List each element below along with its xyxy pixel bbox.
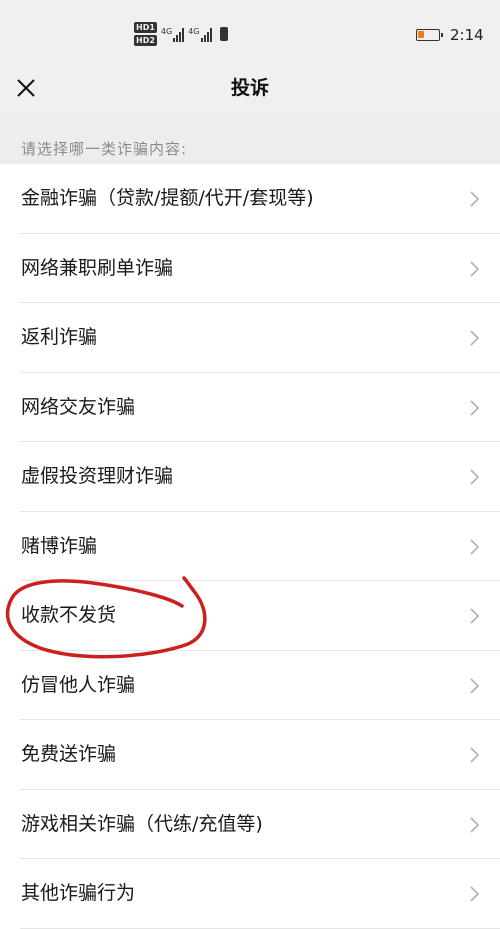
chevron-right-icon bbox=[470, 816, 480, 833]
battery-level bbox=[418, 31, 424, 38]
list-item-label: 网络交友诈骗 bbox=[21, 395, 136, 418]
hd-badge-1: HD1 bbox=[134, 22, 157, 33]
list-item[interactable]: 收款不发货 bbox=[0, 581, 500, 651]
list-item-label: 收款不发货 bbox=[21, 604, 117, 626]
list-item-label: 网络兼职刷单诈骗 bbox=[21, 256, 174, 279]
network-type-label: 4G bbox=[160, 26, 173, 36]
status-time: 2:14 bbox=[450, 26, 484, 44]
chevron-right-icon bbox=[470, 677, 480, 694]
list-item-label: 仿冒他人诈骗 bbox=[21, 673, 136, 696]
signal-1: 4G bbox=[160, 26, 185, 42]
list-item-label: 游戏相关诈骗（代练/充值等) bbox=[21, 812, 263, 835]
signal-bars-icon bbox=[200, 27, 212, 42]
hd-badge-2: HD2 bbox=[134, 35, 157, 46]
status-bar: HD1 HD2 4G 4G 2:14 bbox=[0, 0, 500, 62]
list-item-label: 免费送诈骗 bbox=[21, 743, 117, 765]
list-item[interactable]: 其他诈骗行为 bbox=[0, 859, 500, 929]
list-item[interactable]: 赌博诈骗 bbox=[0, 511, 500, 581]
page-title: 投诉 bbox=[230, 77, 269, 99]
chevron-right-icon bbox=[470, 608, 480, 624]
list-item[interactable]: 返利诈骗 bbox=[0, 303, 500, 373]
list-item-label: 虚假投资理财诈骗 bbox=[21, 465, 174, 487]
fraud-category-list: 金融诈骗（贷款/提额/代开/套现等) 网络兼职刷单诈骗 返利诈骗 网络交友诈骗 … bbox=[0, 164, 500, 929]
list-item[interactable]: 金融诈骗（贷款/提额/代开/套现等) bbox=[0, 164, 500, 234]
list-item[interactable]: 网络交友诈骗 bbox=[0, 372, 500, 442]
signal-2: 4G bbox=[188, 26, 212, 42]
chevron-right-icon bbox=[470, 399, 480, 416]
nav-bar: 投诉 bbox=[0, 62, 500, 114]
signal-group: HD1 HD2 4G 4G bbox=[134, 22, 228, 46]
section-header: 请选择哪一类诈骗内容: bbox=[0, 114, 500, 164]
network-type-label: 4G bbox=[188, 26, 200, 36]
signal-bars-icon bbox=[173, 27, 185, 42]
list-item-label: 返利诈骗 bbox=[21, 326, 98, 348]
chevron-right-icon bbox=[470, 747, 480, 763]
chevron-right-icon bbox=[470, 191, 480, 207]
list-item[interactable]: 免费送诈骗 bbox=[0, 720, 500, 790]
chevron-right-icon bbox=[470, 260, 480, 277]
close-icon bbox=[17, 79, 35, 97]
chevron-right-icon bbox=[470, 330, 480, 346]
list-item[interactable]: 仿冒他人诈骗 bbox=[0, 650, 500, 720]
list-item[interactable]: 虚假投资理财诈骗 bbox=[0, 442, 500, 512]
list-item-label: 金融诈骗（贷款/提额/代开/套现等) bbox=[21, 187, 314, 209]
list-item-label: 其他诈骗行为 bbox=[21, 882, 136, 904]
chevron-right-icon bbox=[470, 469, 480, 485]
hd-badges: HD1 HD2 bbox=[134, 22, 157, 46]
chevron-right-icon bbox=[470, 886, 480, 902]
chevron-right-icon bbox=[470, 538, 480, 555]
section-prompt: 请选择哪一类诈骗内容: bbox=[21, 140, 188, 158]
sim-card-icon bbox=[219, 27, 228, 41]
battery-icon bbox=[416, 29, 443, 41]
close-button[interactable] bbox=[10, 72, 42, 104]
list-item[interactable]: 网络兼职刷单诈骗 bbox=[0, 233, 500, 303]
list-item[interactable]: 游戏相关诈骗（代练/充值等) bbox=[0, 789, 500, 859]
list-item-label: 赌博诈骗 bbox=[21, 534, 98, 557]
